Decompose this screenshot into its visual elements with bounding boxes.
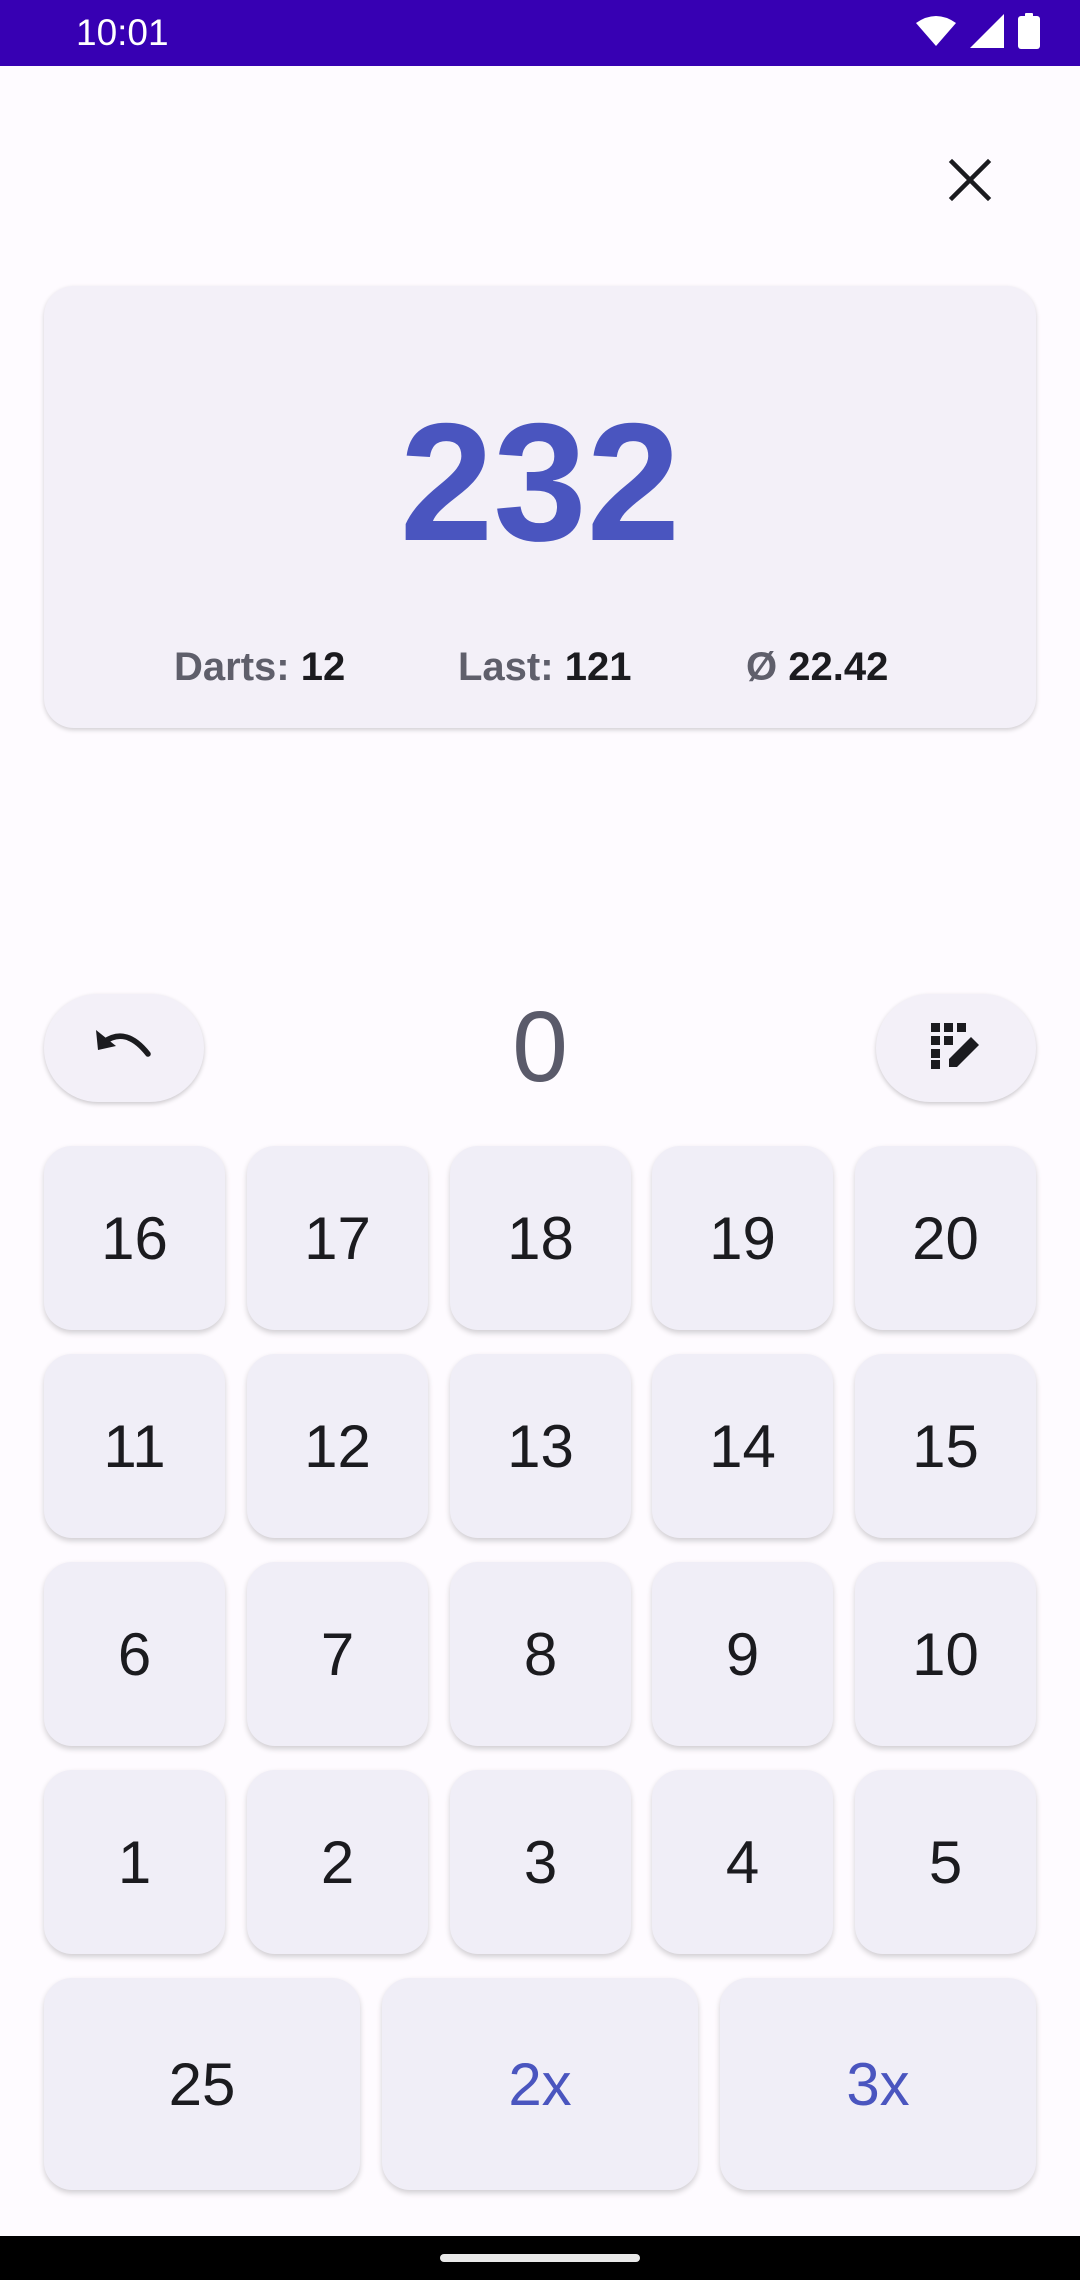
key-15[interactable]: 15 [855,1354,1036,1538]
key-4[interactable]: 4 [652,1770,833,1954]
key-6[interactable]: 6 [44,1562,225,1746]
score-card: 232 Darts: 12 Last: 121 Ø 22.42 [44,286,1036,728]
key-10[interactable]: 10 [855,1562,1036,1746]
status-time: 10:01 [76,12,169,53]
key-12[interactable]: 12 [247,1354,428,1538]
average-value: 22.42 [788,645,889,689]
darts-value: 12 [300,645,346,689]
key-19[interactable]: 19 [652,1146,833,1330]
key-5[interactable]: 5 [855,1770,1036,1954]
close-button[interactable] [928,140,1012,224]
key-bull-25[interactable]: 25 [44,1978,360,2190]
keypad-mode-button[interactable] [876,994,1036,1102]
key-9[interactable]: 9 [652,1562,833,1746]
key-17[interactable]: 17 [247,1146,428,1330]
navigation-bar [0,2236,1080,2280]
key-2[interactable]: 2 [247,1770,428,1954]
remaining-score: 232 [399,388,681,576]
average-stat: Ø 22.42 [746,644,888,690]
darts-label: Darts: [174,645,290,689]
key-14[interactable]: 14 [652,1354,833,1538]
average-symbol: Ø [746,645,778,689]
last-label: Last: [458,645,554,689]
key-16[interactable]: 16 [44,1146,225,1330]
signal-icon [970,13,1004,53]
dialpad-edit-icon [931,1022,981,1074]
close-icon [948,158,992,207]
last-value: 121 [564,645,632,689]
wifi-icon [916,15,956,52]
status-icons [916,12,1040,54]
undo-icon [94,1028,154,1069]
key-1[interactable]: 1 [44,1770,225,1954]
triple-multiplier-button[interactable]: 3x [720,1978,1036,2190]
key-18[interactable]: 18 [450,1146,631,1330]
key-11[interactable]: 11 [44,1354,225,1538]
undo-button[interactable] [44,994,204,1102]
darts-stat: Darts: 12 [174,644,345,690]
last-stat: Last: 121 [458,644,631,690]
double-multiplier-button[interactable]: 2x [382,1978,698,2190]
current-throw-value: 0 [512,991,568,1103]
battery-icon [1018,12,1040,54]
home-gesture-handle[interactable] [440,2254,640,2262]
key-13[interactable]: 13 [450,1354,631,1538]
status-bar: 10:01 [0,0,1080,66]
key-7[interactable]: 7 [247,1562,428,1746]
key-20[interactable]: 20 [855,1146,1036,1330]
key-8[interactable]: 8 [450,1562,631,1746]
key-3[interactable]: 3 [450,1770,631,1954]
